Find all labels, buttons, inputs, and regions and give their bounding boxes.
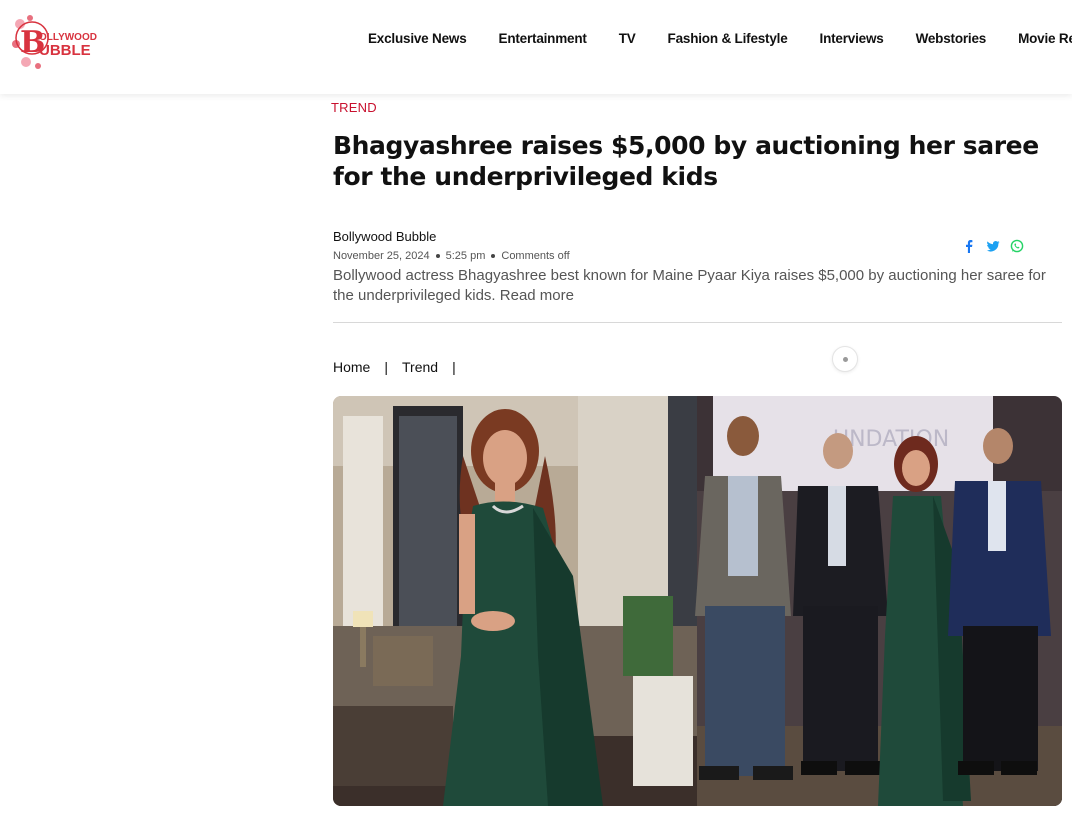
nav-entertainment[interactable]: Entertainment [499,31,587,46]
nav-tv[interactable]: TV [619,31,636,46]
article-title: Bhagyashree raises $5,000 by auctioning … [333,131,1039,191]
breadcrumb-home[interactable]: Home [333,359,370,375]
article-date: November 25, 2024 [333,250,430,262]
meta-separator [435,254,440,258]
nav-exclusive-news[interactable]: Exclusive News [368,31,467,46]
site-logo[interactable]: B OLLYWOOD UBBLE [8,10,108,74]
breadcrumb-separator: | [384,359,388,375]
meta-separator [491,254,496,258]
site-header: B OLLYWOOD UBBLE Exclusive News Entertai… [0,0,1072,94]
logo-text-bottom: UBBLE [39,42,91,59]
breadcrumb-trend[interactable]: Trend [402,359,438,375]
article-category[interactable]: TREND [331,100,377,115]
read-more-link[interactable]: Read more [500,287,574,304]
article-comments: Comments off [501,250,570,262]
main-nav: Exclusive News Entertainment TV Fashion … [368,31,1072,46]
breadcrumb: Home | Trend | [333,359,470,375]
facebook-icon[interactable] [962,239,976,253]
nav-fashion-lifestyle[interactable]: Fashion & Lifestyle [668,31,788,46]
nav-movie-reviews[interactable]: Movie Reviews [1018,31,1072,46]
nav-interviews[interactable]: Interviews [820,31,884,46]
article-excerpt: Bollywood actress Bhagyashree best known… [333,266,1061,305]
article-meta: November 25, 2024 5:25 pm Comments off [333,250,570,262]
twitter-icon[interactable] [986,239,1000,253]
featured-image[interactable]: UNDATION [333,396,1062,806]
article-author[interactable]: Bollywood Bubble [333,229,436,244]
share-bar [962,239,1024,253]
article-time: 5:25 pm [445,250,486,262]
divider [333,322,1062,323]
loading-indicator [832,346,858,372]
nav-webstories[interactable]: Webstories [916,31,987,46]
excerpt-text: Bollywood actress Bhagyashree best known… [333,267,1046,304]
breadcrumb-separator: | [452,359,456,375]
whatsapp-icon[interactable] [1010,239,1024,253]
